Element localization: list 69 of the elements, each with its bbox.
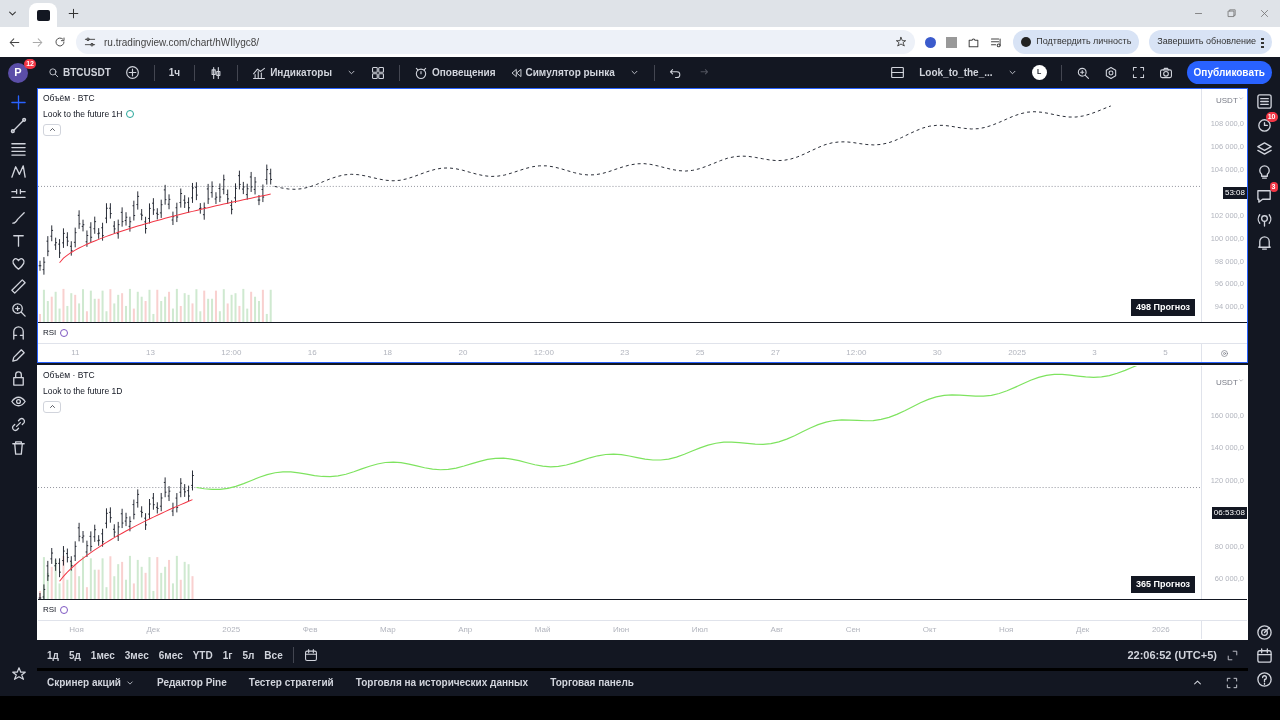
range-button[interactable]: 6мес: [158, 647, 183, 663]
time-label: 2025: [222, 624, 241, 636]
alerts-button[interactable]: Оповещения: [413, 65, 496, 80]
verify-identity-button[interactable]: Подтвердить личность: [1013, 30, 1140, 54]
range-button[interactable]: 5д: [68, 647, 81, 663]
layout-name-button[interactable]: Look_to_the_...: [919, 65, 993, 80]
rsi-legend: RSI: [43, 604, 57, 616]
volume-legend: Объём · BTC: [43, 92, 135, 105]
time-label: 5: [1163, 347, 1168, 359]
symbol-search-button[interactable]: BTCUSDT: [48, 65, 111, 80]
time-label: 11: [71, 347, 80, 359]
time-label: Ноя: [998, 624, 1014, 636]
range-button[interactable]: 1г: [222, 647, 233, 663]
time-label: Сен: [845, 624, 861, 636]
forecast-label: 498 Прогноз: [1130, 298, 1195, 316]
finish-update-button[interactable]: Завершить обновление: [1149, 30, 1272, 54]
time-label: 25: [695, 347, 705, 359]
time-label: Ноя: [69, 624, 84, 636]
indicator-legend: Look to the future 1D: [43, 384, 123, 398]
range-button[interactable]: 3мес: [124, 647, 149, 663]
range-button[interactable]: 5л: [242, 647, 255, 663]
panel-tab[interactable]: Торговля на исторических данных: [355, 675, 529, 690]
countdown-tag: 06:53:08: [1211, 507, 1247, 520]
time-label: Окт: [922, 624, 937, 636]
forecast-label: 365 Прогноз: [1130, 575, 1195, 593]
time-label: Авг: [770, 624, 784, 636]
time-label: 13: [145, 347, 155, 359]
time-label: Дек: [1076, 624, 1090, 636]
time-label: 18: [383, 347, 393, 359]
time-label: Июл: [691, 624, 709, 636]
panel-tab[interactable]: Тестер стратегий: [248, 675, 334, 690]
panel-tab[interactable]: Торговая панель: [550, 675, 634, 690]
range-button[interactable]: YTD: [192, 647, 213, 663]
time-label: 23: [620, 347, 630, 359]
indicators-button[interactable]: Индикаторы: [252, 65, 332, 80]
interval-button[interactable]: 1ч: [168, 65, 181, 80]
time-label: Дек: [146, 624, 160, 636]
countdown-tag: 53:08: [1222, 186, 1247, 199]
time-label: Июн: [613, 624, 630, 636]
time-label: 27: [770, 347, 780, 359]
time-label: 2025: [1008, 347, 1026, 359]
publish-button[interactable]: Опубликовать: [1186, 61, 1272, 84]
replay-button[interactable]: Симулятор рынка: [509, 65, 615, 80]
time-label: 20: [458, 347, 468, 359]
time-label: Фев: [302, 624, 318, 636]
rsi-legend: RSI: [43, 327, 57, 339]
range-button[interactable]: 1мес: [90, 647, 115, 663]
time-label: Апр: [458, 624, 473, 636]
currency-selector[interactable]: USDT: [1216, 376, 1238, 389]
time-label: 12:00: [221, 347, 242, 359]
time-label: 3: [1092, 347, 1097, 359]
time-label: Мар: [379, 624, 396, 636]
time-label: 2026: [1151, 624, 1170, 636]
range-button[interactable]: 1д: [47, 647, 59, 663]
time-label: 30: [932, 347, 942, 359]
indicator-legend: Look to the future 1H: [43, 107, 123, 121]
range-button[interactable]: Все: [264, 647, 283, 663]
time-label: 12:00: [846, 347, 867, 359]
clock-text: 22:06:52 (UTC+5): [1127, 647, 1217, 663]
user-avatar[interactable]: P: [8, 62, 28, 83]
time-label: 16: [307, 347, 317, 359]
address-field[interactable]: ru.tradingview.com/chart/hWIlygc8/: [76, 30, 916, 54]
currency-selector[interactable]: USDT: [1216, 94, 1238, 107]
panel-tab[interactable]: Редактор Pine: [157, 675, 227, 690]
address-text: ru.tradingview.com/chart/hWIlygc8/: [104, 35, 260, 50]
time-label: Май: [534, 624, 551, 636]
time-label: 12:00: [533, 347, 554, 359]
panel-tab[interactable]: Скринер акций: [47, 675, 135, 690]
volume-legend: Объём · BTC: [43, 369, 123, 382]
